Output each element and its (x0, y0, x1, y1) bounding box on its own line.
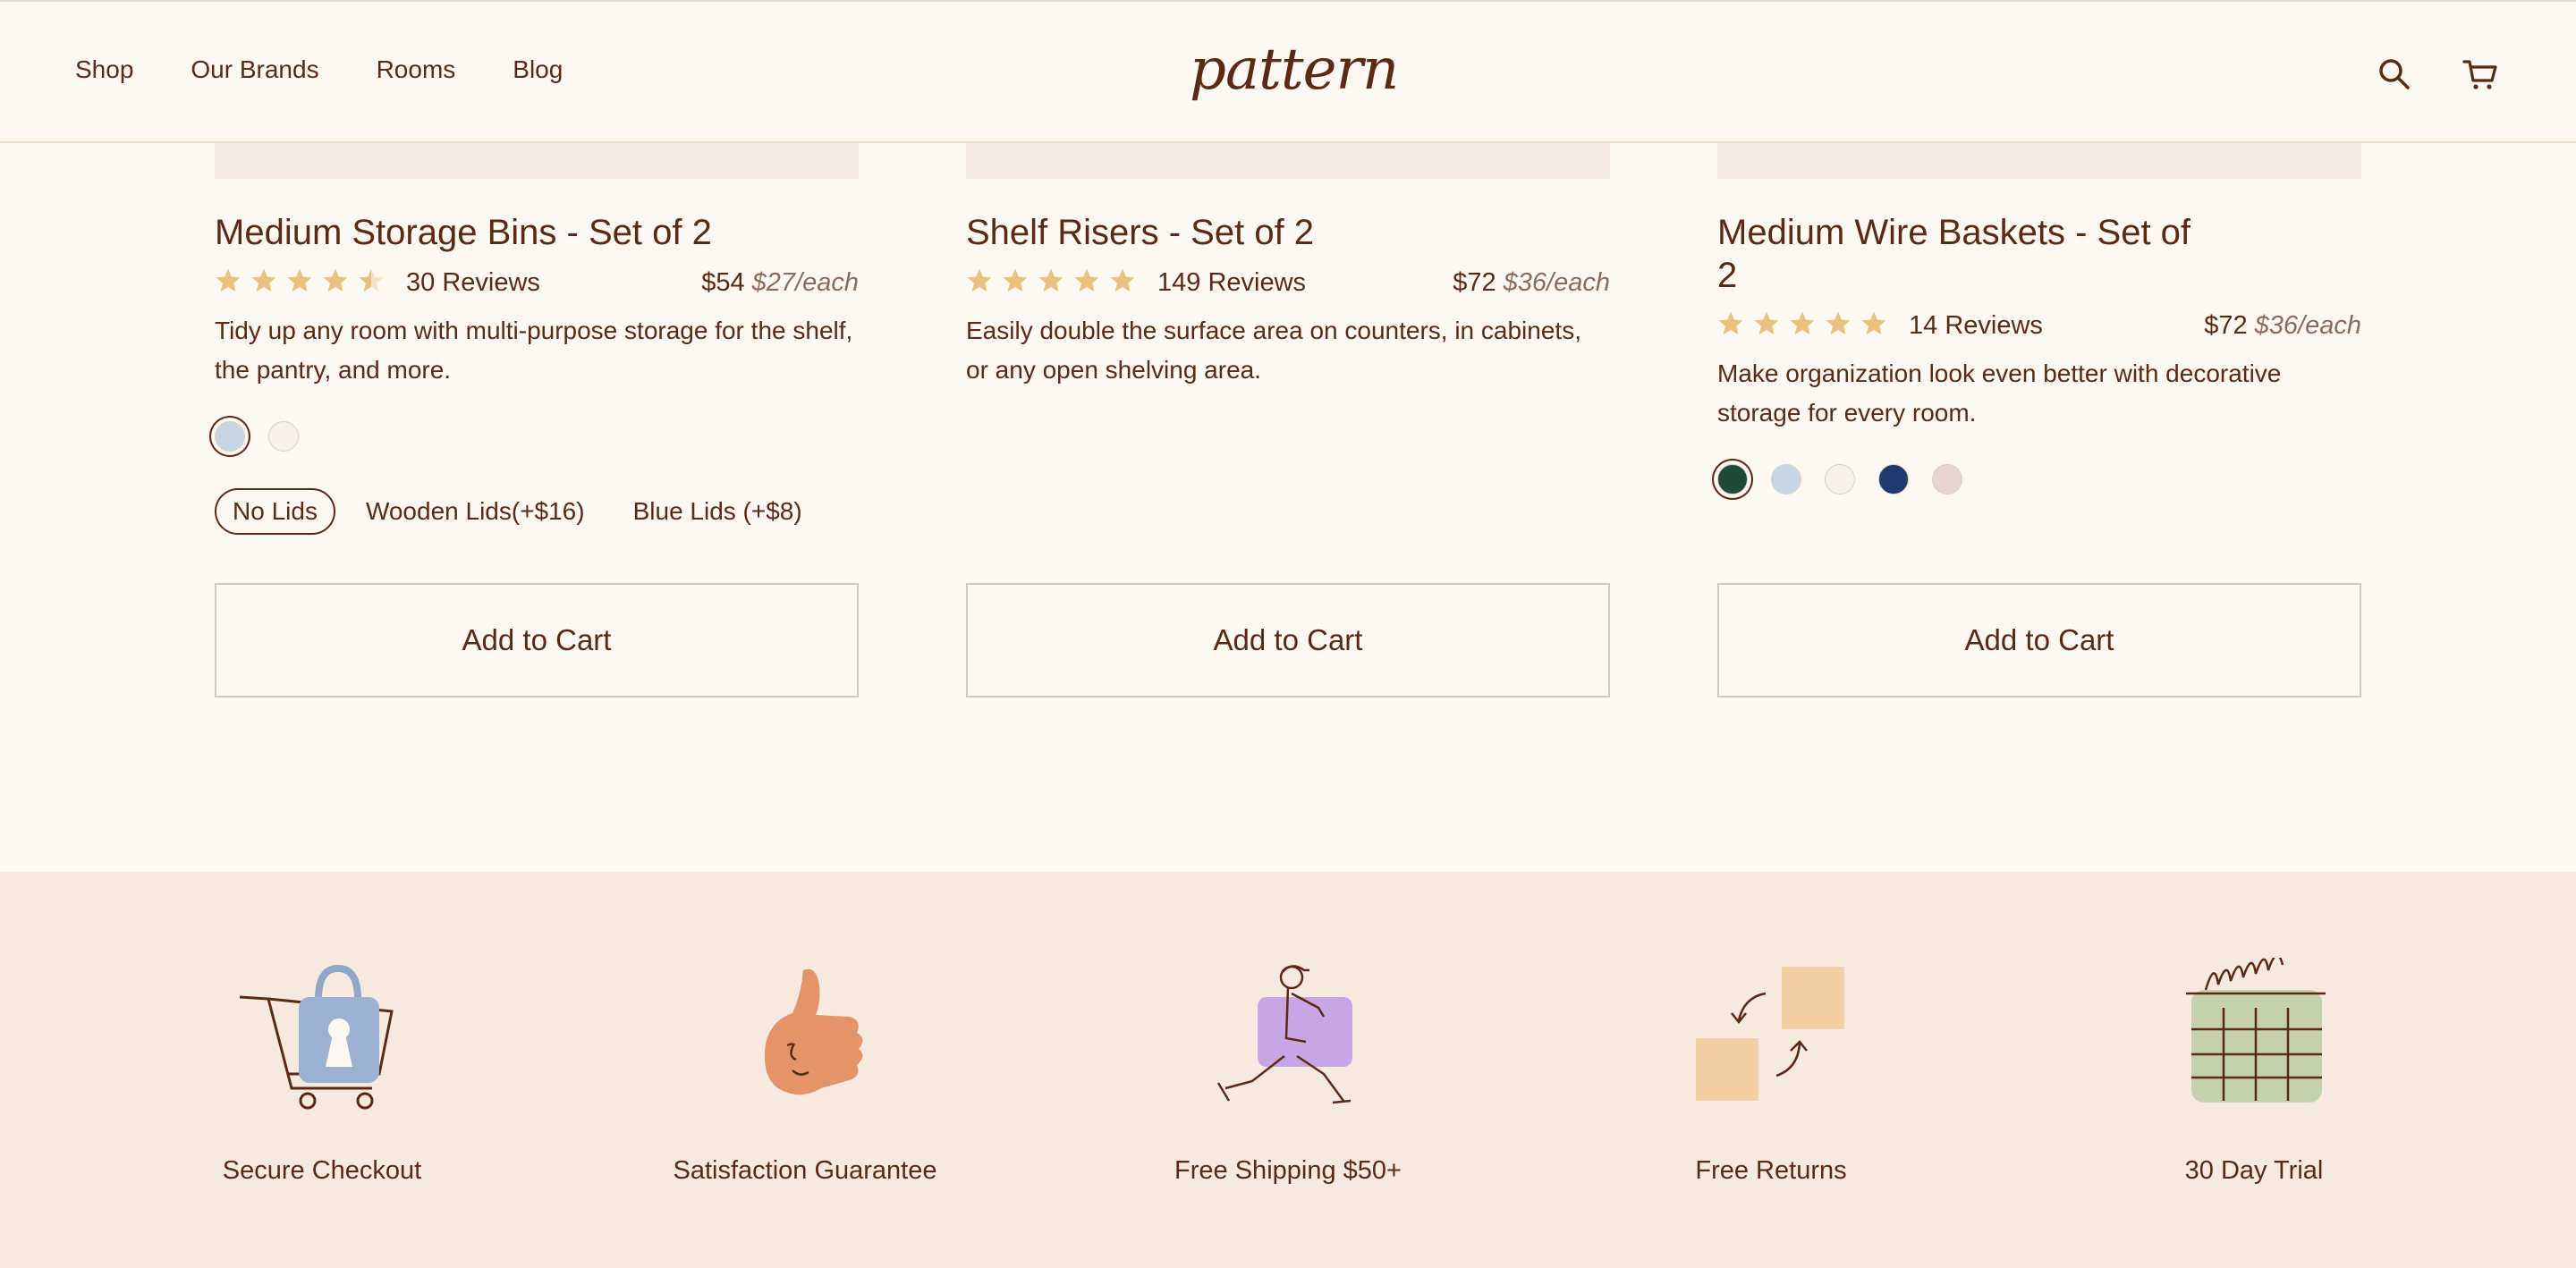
benefit-label: Free Shipping $50+ (1174, 1156, 1402, 1185)
delivery-person-icon (1216, 965, 1352, 1104)
color-swatch[interactable] (1825, 464, 1855, 495)
add-to-cart-button[interactable]: Add to Cart (1717, 583, 2361, 697)
price-each: $27/each (751, 267, 859, 297)
color-swatch[interactable] (1717, 464, 1748, 495)
star-icon (1790, 311, 1815, 334)
secure-checkout-icon (239, 964, 394, 1110)
lid-option-blue[interactable]: Blue Lids (+$8) (615, 488, 820, 535)
color-swatch[interactable] (1932, 464, 1962, 495)
benefits-band: Secure Checkout Satisfaction Guarantee F… (0, 872, 2576, 1268)
thumbs-up-icon (764, 968, 863, 1095)
star-rating: 14 Reviews (1717, 310, 2043, 342)
star-icon (323, 268, 348, 292)
benefit-label: Secure Checkout (222, 1156, 422, 1185)
main-nav: Shop Our Brands Rooms Blog (75, 55, 620, 84)
site-header: Shop Our Brands Rooms Blog pattern (0, 0, 2576, 143)
product-price: $54 $27/each (701, 268, 859, 298)
benefit-secure-checkout: Secure Checkout (152, 958, 492, 1186)
star-icon (1038, 268, 1063, 292)
benefit-30-day-trial: 30 Day Trial (2084, 958, 2424, 1186)
nav-our-brands[interactable]: Our Brands (191, 55, 318, 84)
product-description: Make organization look even better with … (1717, 359, 2282, 427)
star-icon (1718, 311, 1743, 334)
star-icon (359, 268, 384, 292)
product-card: Medium Storage Bins - Set of 2 30 Review… (215, 143, 859, 535)
price-total: $72 (1453, 267, 1496, 297)
returns-boxes-icon (1696, 967, 1844, 1101)
color-swatches (215, 415, 859, 458)
add-to-cart-button[interactable]: Add to Cart (215, 583, 859, 697)
reviews-count[interactable]: 30 Reviews (406, 268, 540, 298)
product-title[interactable]: Medium Wire Baskets - Set of 2 (1717, 211, 2218, 297)
reviews-count[interactable]: 149 Reviews (1157, 268, 1306, 298)
benefit-free-returns: Free Returns (1601, 958, 1941, 1186)
star-icon (1861, 311, 1886, 334)
product-price: $72 $36/each (2204, 311, 2361, 341)
price-total: $72 (2204, 310, 2248, 340)
nav-rooms[interactable]: Rooms (377, 55, 456, 84)
star-icon (216, 268, 241, 292)
nav-blog[interactable]: Blog (513, 55, 563, 84)
benefit-free-shipping: Free Shipping $50+ (1118, 958, 1458, 1186)
color-swatch[interactable] (215, 421, 245, 452)
star-rating: 30 Reviews (215, 267, 540, 299)
color-swatches (1717, 458, 2361, 501)
benefit-label: Satisfaction Guarantee (673, 1156, 937, 1185)
calendar-icon (2186, 958, 2326, 1103)
star-icon (1826, 311, 1851, 334)
color-swatch[interactable] (1771, 464, 1801, 495)
price-total: $54 (701, 267, 745, 297)
product-title[interactable]: Shelf Risers - Set of 2 (966, 211, 1467, 254)
product-card: Medium Wire Baskets - Set of 2 14 Review… (1717, 143, 2361, 501)
star-icon (1074, 268, 1099, 292)
lid-option-no-lids[interactable]: No Lids (215, 488, 335, 535)
star-icon (1003, 268, 1028, 292)
cart-icon[interactable] (2462, 55, 2499, 93)
product-image[interactable] (215, 143, 859, 179)
benefit-label: Free Returns (1695, 1156, 1847, 1185)
product-price: $72 $36/each (1453, 268, 1610, 298)
benefit-satisfaction-guarantee: Satisfaction Guarantee (635, 958, 975, 1186)
reviews-count[interactable]: 14 Reviews (1909, 311, 2043, 341)
star-icon (1754, 311, 1779, 334)
pattern-logo[interactable]: pattern (1190, 34, 1399, 106)
star-icon (287, 268, 312, 292)
lid-options: No Lids Wooden Lids(+$16) Blue Lids (+$8… (215, 488, 859, 535)
star-icon (251, 268, 276, 292)
star-rating: 149 Reviews (966, 267, 1306, 299)
add-to-cart-button[interactable]: Add to Cart (966, 583, 1610, 697)
color-swatch[interactable] (1878, 464, 1909, 495)
price-each: $36/each (1503, 267, 1610, 297)
product-title[interactable]: Medium Storage Bins - Set of 2 (215, 211, 716, 254)
star-icon (1110, 268, 1135, 292)
product-image[interactable] (966, 143, 1610, 179)
product-description: Tidy up any room with multi-purpose stor… (215, 317, 853, 384)
product-card: Shelf Risers - Set of 2 149 Reviews $72 $… (966, 143, 1610, 390)
star-icon (967, 268, 992, 292)
lid-option-wooden[interactable]: Wooden Lids(+$16) (348, 488, 603, 535)
search-icon[interactable] (2376, 55, 2413, 93)
price-each: $36/each (2254, 310, 2361, 340)
product-description: Easily double the surface area on counte… (966, 317, 1581, 384)
product-image[interactable] (1717, 143, 2361, 179)
nav-shop[interactable]: Shop (75, 55, 133, 84)
color-swatch[interactable] (268, 421, 299, 452)
benefit-label: 30 Day Trial (2184, 1156, 2324, 1185)
